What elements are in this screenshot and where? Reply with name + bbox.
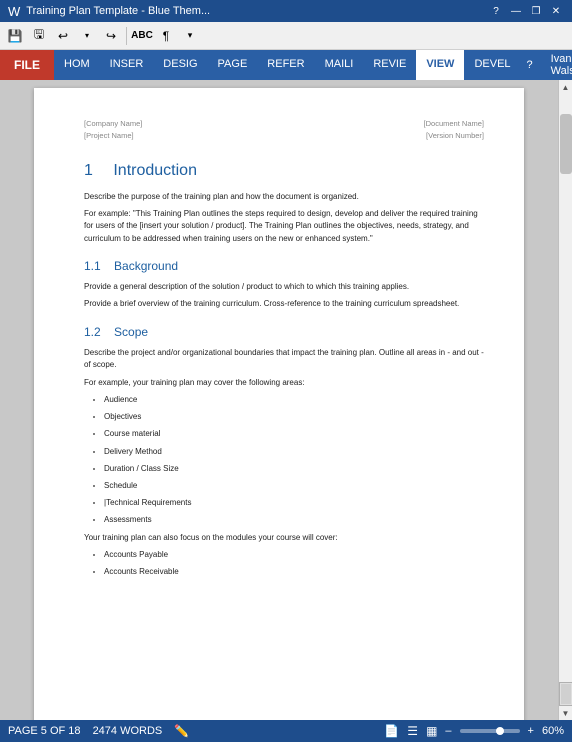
undo-dropdown-icon[interactable]: ▾ bbox=[76, 25, 98, 47]
scope-bullets: Audience Objectives Course material Deli… bbox=[104, 394, 484, 526]
bullet-audience: Audience bbox=[104, 394, 484, 405]
window-controls[interactable]: ? — ❐ ✕ bbox=[488, 4, 564, 18]
section1-2-para3: Your training plan can also focus on the… bbox=[84, 532, 484, 544]
title-text: Training Plan Template - Blue Them... bbox=[26, 5, 210, 17]
vertical-scrollbar[interactable]: ▲ ▼ bbox=[558, 80, 572, 720]
undo-icon[interactable]: ↩ bbox=[52, 25, 74, 47]
tab-page[interactable]: PAGE bbox=[208, 50, 258, 80]
scroll-handle[interactable] bbox=[559, 682, 572, 706]
page-header-left: [Company Name] [Project Name] bbox=[84, 118, 142, 143]
bullet-accounts-receivable: Accounts Receivable bbox=[104, 566, 484, 577]
word-icon: W bbox=[8, 4, 20, 19]
section1-2-title: Scope bbox=[114, 325, 148, 339]
word-count: 2474 WORDS bbox=[93, 725, 163, 737]
bullet-assessments: Assessments bbox=[104, 514, 484, 525]
bullet-schedule: Schedule bbox=[104, 480, 484, 491]
page-header-right: [Document Name] [Version Number] bbox=[424, 118, 484, 143]
bullet-accounts-payable: Accounts Payable bbox=[104, 549, 484, 560]
section1-example: For example: "This Training Plan outline… bbox=[84, 208, 484, 245]
open-icon[interactable]: 🖫 bbox=[28, 25, 50, 47]
web-view-icon[interactable]: ▦ bbox=[426, 724, 437, 738]
tab-developer[interactable]: DEVEL bbox=[464, 50, 520, 80]
section1-heading: 1 Introduction bbox=[84, 159, 484, 183]
maximize-button[interactable]: ❐ bbox=[528, 4, 544, 18]
modules-bullets: Accounts Payable Accounts Receivable bbox=[104, 549, 484, 577]
section1-1-para2: Provide a brief overview of the training… bbox=[84, 298, 484, 310]
section1-number: 1 bbox=[84, 162, 93, 179]
document-page: [Company Name] [Project Name] [Document … bbox=[34, 88, 524, 720]
project-name: [Project Name] bbox=[84, 130, 142, 141]
main-area: [Company Name] [Project Name] [Document … bbox=[0, 80, 572, 720]
close-button[interactable]: ✕ bbox=[548, 4, 564, 18]
quick-access-toolbar: 💾 🖫 ↩ ▾ ↪ ABC ¶ ▾ bbox=[0, 22, 572, 50]
title-bar: W Training Plan Template - Blue Them... … bbox=[0, 0, 572, 22]
bullet-objectives: Objectives bbox=[104, 411, 484, 422]
document-name: [Document Name] bbox=[424, 118, 484, 129]
section1-1-para1: Provide a general description of the sol… bbox=[84, 281, 484, 293]
help-button[interactable]: ? bbox=[488, 4, 504, 18]
ribbon: FILE HOM INSER DESIG PAGE REFER MAILI RE… bbox=[0, 50, 572, 80]
minimize-button[interactable]: — bbox=[508, 4, 524, 18]
section1-2-heading: 1.2 Scope bbox=[84, 323, 484, 341]
scroll-down-arrow[interactable]: ▼ bbox=[559, 706, 572, 720]
section1-2-para1: Describe the project and/or organization… bbox=[84, 347, 484, 372]
bullet-duration: Duration / Class Size bbox=[104, 463, 484, 474]
page-count: PAGE 5 OF 18 bbox=[8, 725, 81, 737]
section1-1-title: Background bbox=[114, 259, 178, 273]
bullet-course: Course material bbox=[104, 428, 484, 439]
save-icon[interactable]: 💾 bbox=[4, 25, 26, 47]
file-tab[interactable]: FILE bbox=[0, 50, 54, 80]
tab-review[interactable]: REVIE bbox=[363, 50, 416, 80]
ribbon-right: ? Ivan Walsh ▾ K bbox=[521, 50, 572, 80]
ribbon-user[interactable]: Ivan Walsh ▾ bbox=[543, 53, 572, 77]
read-mode-icon[interactable]: 📄 bbox=[384, 724, 399, 738]
version-number: [Version Number] bbox=[424, 130, 484, 141]
company-name: [Company Name] bbox=[84, 118, 142, 129]
edit-mode-icon: ✏️ bbox=[174, 724, 189, 738]
zoom-in-icon[interactable]: + bbox=[528, 725, 534, 737]
zoom-level: 60% bbox=[542, 725, 564, 737]
section1-1-number: 1.1 bbox=[84, 259, 101, 273]
zoom-out-icon[interactable]: – bbox=[445, 725, 451, 737]
pilcrow-icon[interactable]: ¶ bbox=[155, 25, 177, 47]
zoom-slider[interactable] bbox=[460, 729, 520, 733]
scroll-thumb[interactable] bbox=[560, 114, 572, 174]
section1-2-number: 1.2 bbox=[84, 325, 101, 339]
toolbar-separator bbox=[126, 27, 127, 45]
customize-icon[interactable]: ▾ bbox=[179, 25, 201, 47]
tab-view[interactable]: VIEW bbox=[416, 50, 464, 80]
user-name: Ivan Walsh bbox=[551, 53, 572, 77]
page-header: [Company Name] [Project Name] [Document … bbox=[84, 118, 484, 143]
bullet-technical: |Technical Requirements bbox=[104, 497, 484, 508]
document-area: [Company Name] [Project Name] [Document … bbox=[0, 80, 558, 720]
tab-references[interactable]: REFER bbox=[257, 50, 314, 80]
tab-mailings[interactable]: MAILI bbox=[315, 50, 364, 80]
section1-intro: Describe the purpose of the training pla… bbox=[84, 191, 484, 203]
bullet-delivery: Delivery Method bbox=[104, 446, 484, 457]
title-bar-left: W Training Plan Template - Blue Them... bbox=[8, 4, 210, 19]
tab-home[interactable]: HOM bbox=[54, 50, 100, 80]
status-bar: PAGE 5 OF 18 2474 WORDS ✏️ 📄 ☰ ▦ – + 60% bbox=[0, 720, 572, 742]
ribbon-help-icon[interactable]: ? bbox=[521, 59, 539, 71]
status-bar-right: 📄 ☰ ▦ – + 60% bbox=[384, 724, 564, 738]
redo-icon[interactable]: ↪ bbox=[100, 25, 122, 47]
scroll-up-arrow[interactable]: ▲ bbox=[559, 80, 572, 94]
section1-2-para2: For example, your training plan may cove… bbox=[84, 377, 484, 389]
zoom-slider-thumb[interactable] bbox=[496, 727, 504, 735]
section1-title: Introduction bbox=[113, 162, 197, 179]
spelling-icon[interactable]: ABC bbox=[131, 25, 153, 47]
tab-insert[interactable]: INSER bbox=[100, 50, 154, 80]
section1-1-heading: 1.1 Background bbox=[84, 257, 484, 275]
tab-design[interactable]: DESIG bbox=[153, 50, 207, 80]
print-layout-icon[interactable]: ☰ bbox=[407, 724, 418, 738]
